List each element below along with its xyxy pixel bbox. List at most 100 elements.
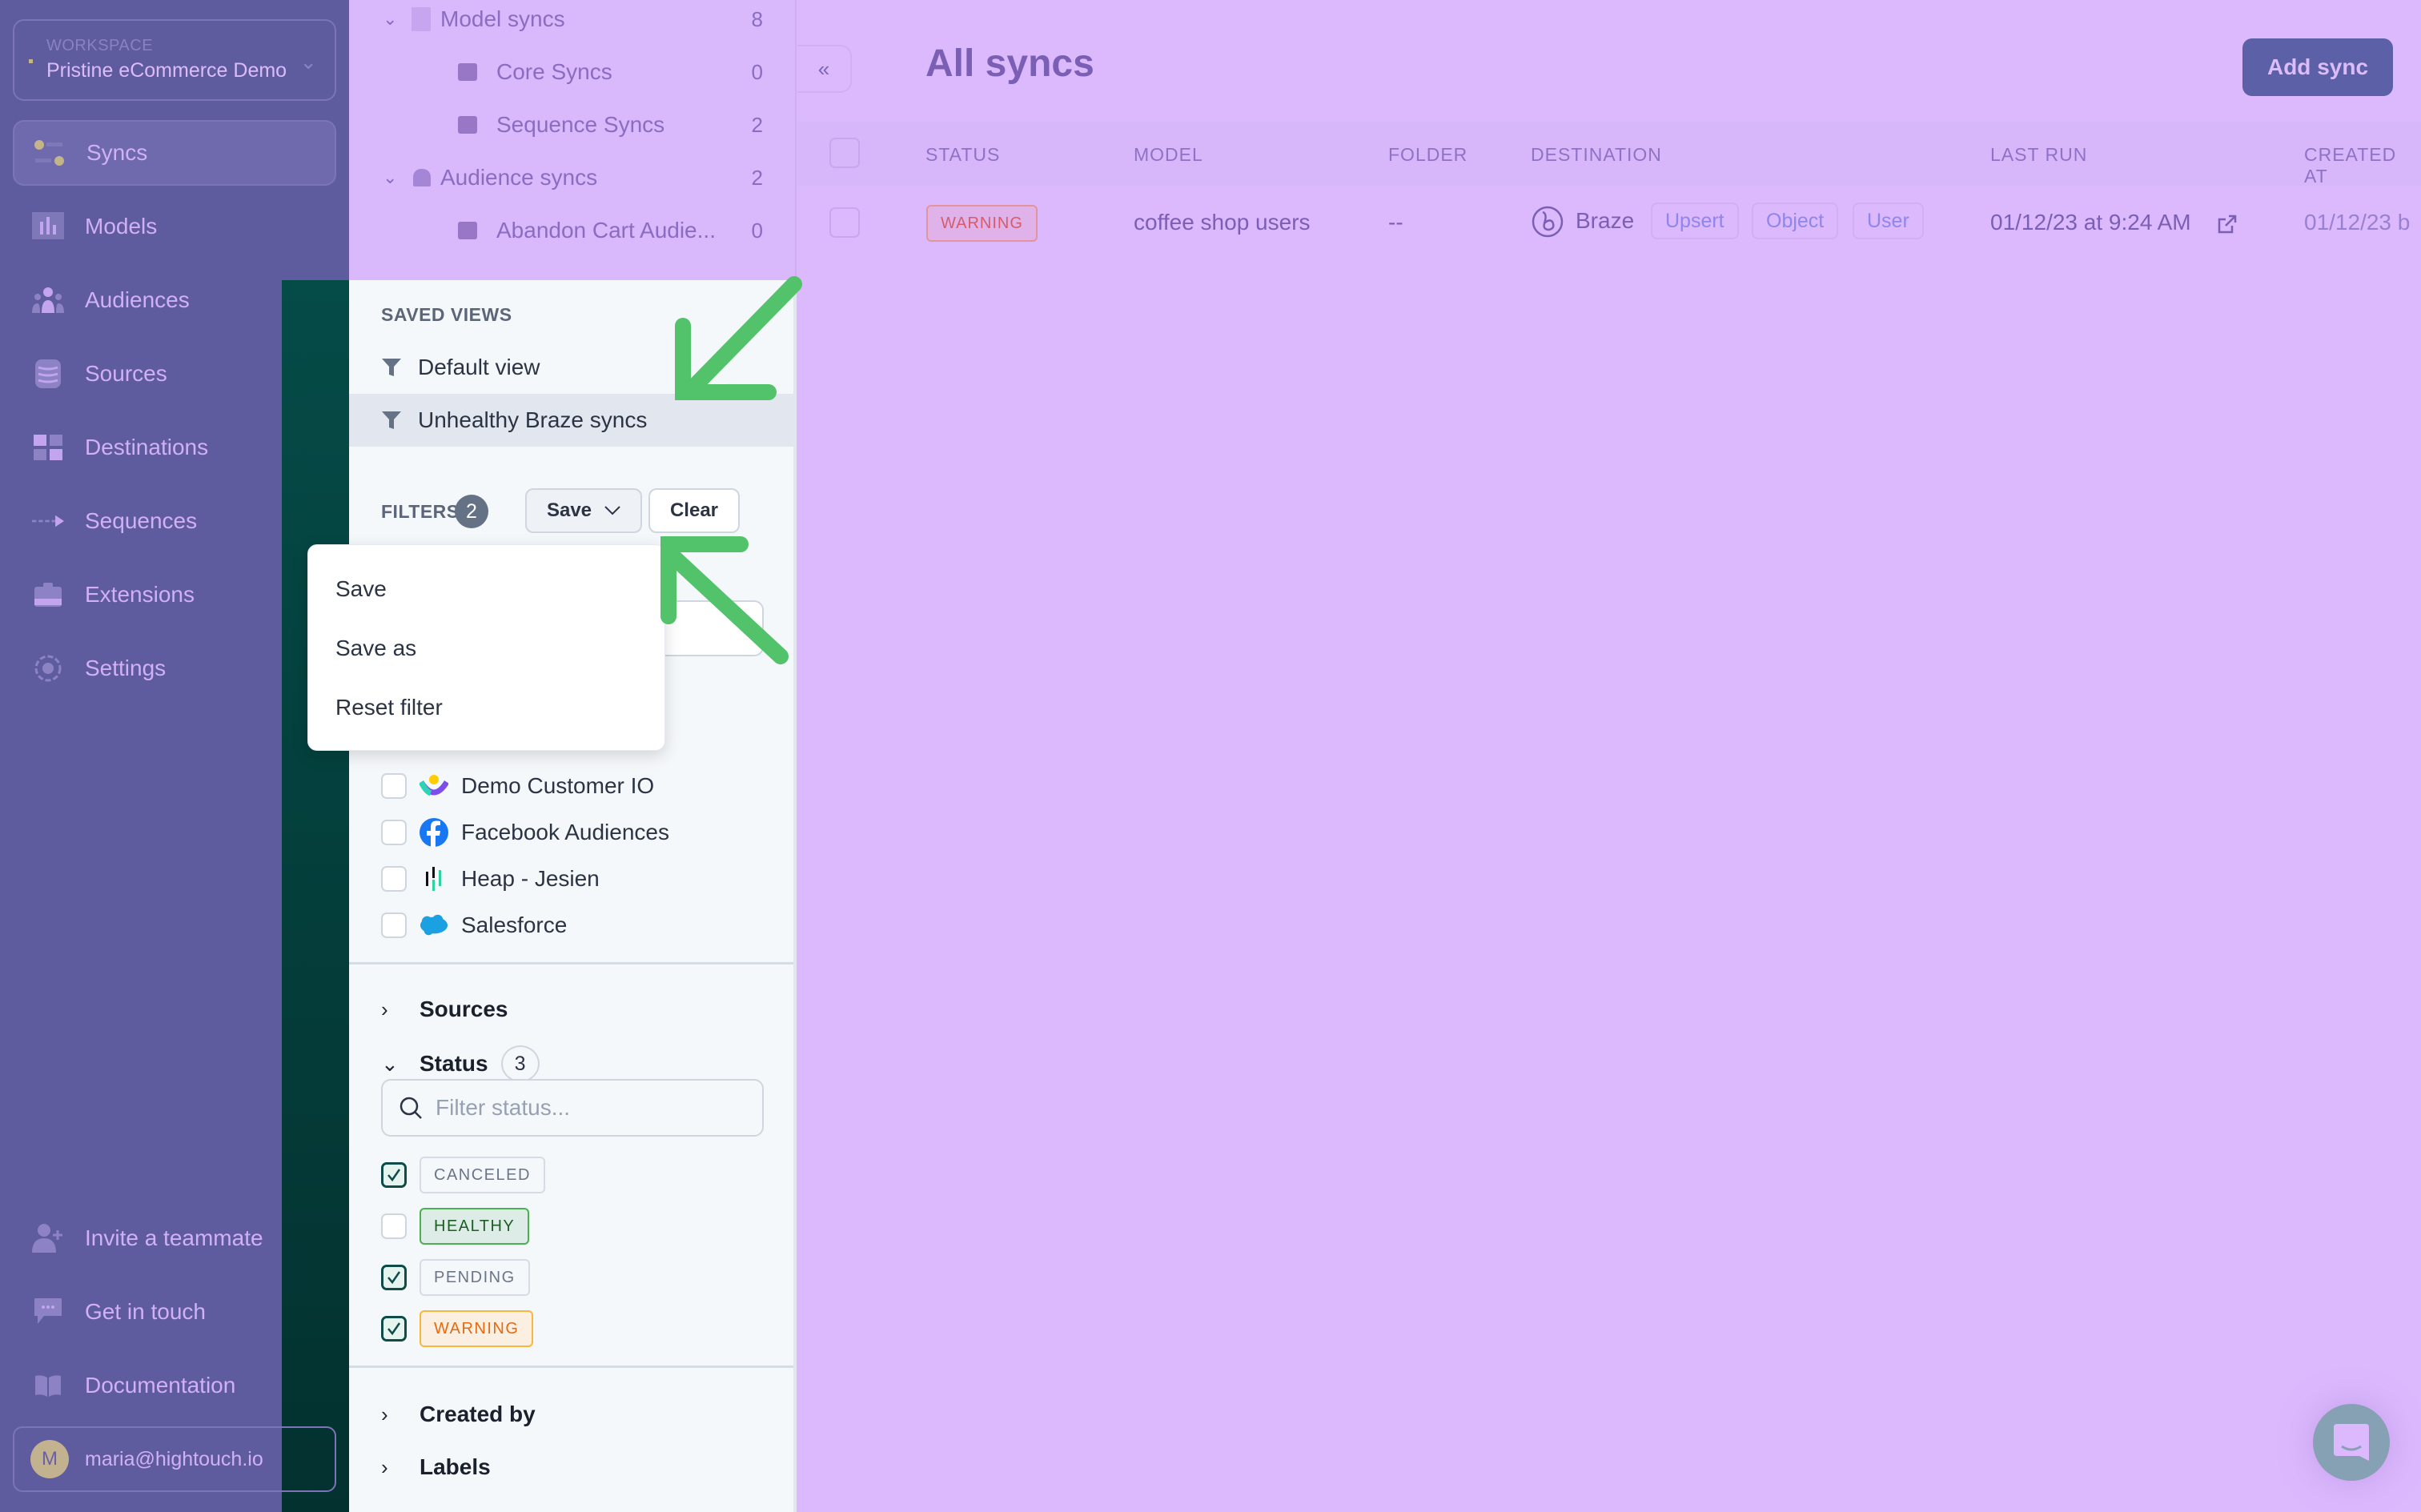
models-icon [32,211,64,243]
sequences-icon [32,505,64,537]
menu-item-save-as[interactable]: Save as [308,619,664,678]
user-menu[interactable]: M maria@hightouch.io [13,1426,336,1492]
section-created-by[interactable]: › Created by [381,1394,536,1434]
tag: Upsert [1651,203,1739,239]
folder-label: Sequence Syncs [496,112,665,137]
folder-label: Core Syncs [496,59,612,84]
destination-name: Demo Customer IO [461,773,655,798]
save-filter-button[interactable]: Save [525,488,642,533]
checkbox[interactable] [381,773,407,799]
section-title: Created by [420,1402,536,1426]
search-icon [399,1097,422,1119]
checkbox[interactable] [381,1213,407,1239]
filters-label: FILTERS [381,501,460,522]
section-title: Labels [420,1454,491,1479]
column-header[interactable]: CREATED AT [2304,144,2421,187]
folder-core-syncs[interactable]: Core Syncs 0 [349,48,797,96]
chevron-down-icon: ⌄ [383,167,398,187]
heap-logo [420,864,448,893]
chevron-right-icon: › [381,1402,388,1426]
chat-icon [2334,1424,2369,1461]
chevron-down-icon: ⌄ [383,9,398,29]
page-title: All syncs [925,42,1094,85]
divider [349,962,793,965]
select-all-checkbox[interactable] [829,138,860,168]
avatar: M [30,1440,69,1478]
checkbox[interactable] [381,820,407,845]
workspace-label: WORKSPACE [46,37,154,54]
section-sources[interactable]: › Sources [381,989,508,1029]
checkbox-checked[interactable] [381,1162,407,1188]
workspace-name: Pristine eCommerce Demo [46,59,287,82]
column-header[interactable]: MODEL [1134,144,1203,166]
folder-icon [458,116,477,134]
checkbox-checked[interactable] [381,1316,407,1342]
saved-view-label: Unhealthy Braze syncs [418,407,648,432]
folders-panel: ⌄ Model syncs 8 Core Syncs 0 Sequence Sy… [349,0,797,280]
column-header[interactable]: STATUS [925,144,1000,166]
audiences-icon [413,169,431,186]
checkbox[interactable] [381,912,407,938]
sidebar-item-models[interactable]: Models [13,194,336,259]
folder-label: Abandon Cart Audie... [496,218,716,243]
status-option-warning[interactable]: WARNING [381,1309,534,1348]
folder-sequence-syncs[interactable]: Sequence Syncs 2 [349,101,797,149]
destination-option[interactable]: Heap - Jesien [381,859,600,899]
clear-filters-button[interactable]: Clear [648,488,740,533]
section-labels[interactable]: › Labels [381,1447,491,1487]
folder-group-model-syncs[interactable]: ⌄ Model syncs 8 [349,0,797,43]
folder-label: Audience syncs [440,165,598,190]
sidebar-highlight-area [282,280,349,1512]
saved-view-unhealthy-braze[interactable]: Unhealthy Braze syncs [349,394,793,447]
section-title: Sources [420,997,508,1021]
destination-option[interactable]: Facebook Audiences [381,812,669,852]
status-badge: WARNING [420,1310,534,1347]
column-header[interactable]: LAST RUN [1990,144,2087,166]
destination-option[interactable]: Demo Customer IO [381,766,654,806]
chevron-down-icon: ⌄ [381,1051,399,1076]
status-filter-field[interactable] [381,1079,764,1137]
section-status[interactable]: ⌄ Status 3 [381,1044,540,1084]
chat-launcher-button[interactable] [2313,1404,2390,1481]
status-option-healthy[interactable]: HEALTHY [381,1207,530,1245]
sidebar-item-label: Destinations [85,435,209,459]
destination-option[interactable]: Salesforce [381,905,567,945]
row-checkbox[interactable] [829,207,860,238]
status-badge: CANCELED [420,1157,545,1193]
folder-label: Model syncs [440,6,565,31]
destination-name[interactable]: Braze [1576,208,1634,234]
sidebar-item-label: Audiences [85,287,190,312]
status-badge: WARNING [926,205,1038,242]
sidebar-item-label: Sequences [85,508,198,533]
last-run: 01/12/23 at 9:24 AM [1990,210,2191,235]
user-email: maria@hightouch.io [85,1447,263,1470]
models-icon [412,7,431,31]
folder-count: 2 [751,112,763,137]
folder-count: 0 [751,59,763,84]
status-search-input[interactable] [436,1095,740,1121]
save-label: Save [546,499,592,521]
collapse-panel-button[interactable]: « [797,45,852,93]
gear-icon [32,652,64,684]
menu-item-reset-filter[interactable]: Reset filter [308,678,664,737]
add-sync-button[interactable]: Add sync [2242,38,2393,96]
filters-header: FILTERS 2 Save Clear [381,488,793,533]
chevron-right-icon: › [381,1454,388,1479]
folder-group-audience-syncs[interactable]: ⌄ Audience syncs 2 [349,154,797,202]
column-header[interactable]: DESTINATION [1531,144,1662,166]
tag: Object [1752,203,1839,239]
menu-item-save[interactable]: Save [308,559,664,619]
workspace-logo [29,59,33,63]
workspace-switcher[interactable]: WORKSPACE Pristine eCommerce Demo ⌄ [13,19,336,101]
checkbox-checked[interactable] [381,1265,407,1290]
status-option-canceled[interactable]: CANCELED [381,1156,545,1194]
column-header[interactable]: FOLDER [1388,144,1467,166]
external-link-icon[interactable] [2218,215,2237,238]
checkbox[interactable] [381,866,407,892]
sidebar-item-syncs[interactable]: Syncs [13,120,336,186]
model-name[interactable]: coffee shop users [1134,210,1311,235]
chat-bubble-icon [32,1296,64,1328]
folder-abandon-cart[interactable]: Abandon Cart Audie... 0 [349,207,797,255]
saved-view-default[interactable]: Default view [349,341,793,394]
status-option-pending[interactable]: PENDING [381,1258,530,1297]
